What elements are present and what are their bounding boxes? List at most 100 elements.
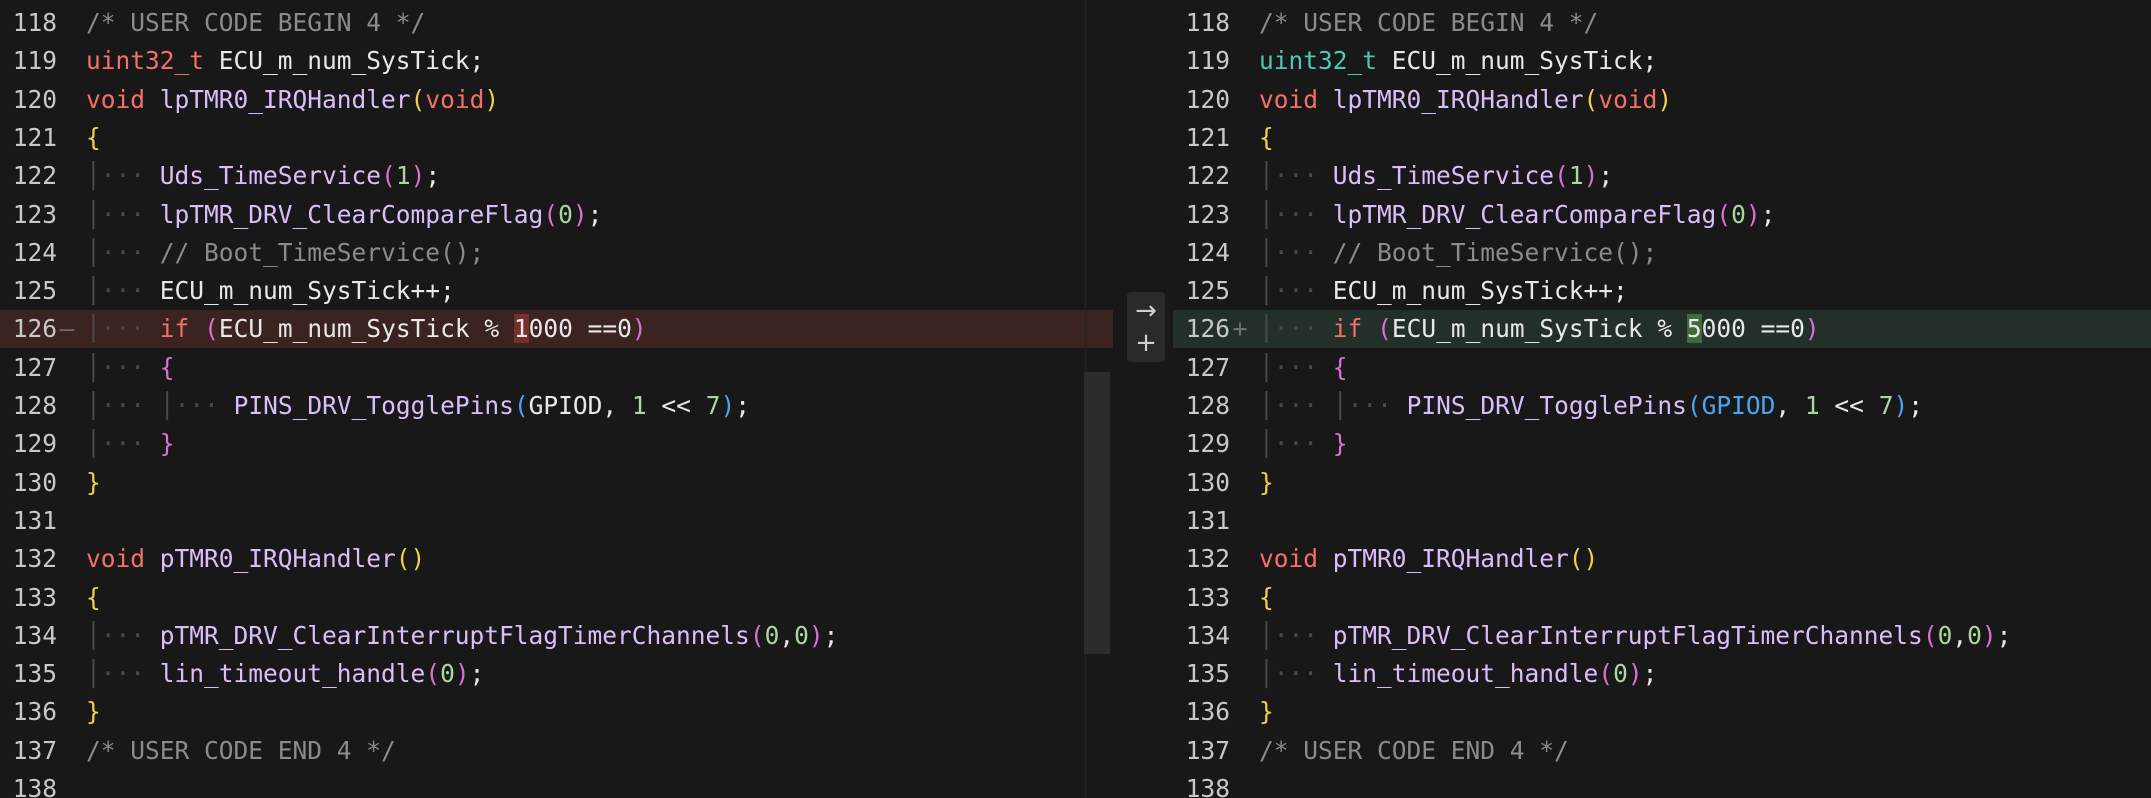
number: 0 [440,659,455,689]
line-number: 129 [12,429,57,459]
code-line[interactable]: 128 │··· │··· PINS_DRV_TogglePins(GPIOD, … [1173,387,2151,425]
line-number: 137 [1185,735,1230,765]
original-pane[interactable]: 118 /* USER CODE BEGIN 4 */ 119 uint32_t EC… [0,0,1113,798]
code-line[interactable]: 129 │··· } [1173,425,2151,463]
code-line[interactable]: 136} [0,693,1113,731]
code-line[interactable]: 121 { [0,119,1113,157]
code-content: { [1259,582,1274,612]
function-name: PINS_DRV_TogglePins [233,391,514,420]
number: 0 [1613,659,1628,689]
code-content: │··· │··· PINS_DRV_TogglePins(GPIOD, 1 <… [1259,391,1923,420]
code-line[interactable]: 127 │··· { [1173,349,2151,387]
code-content: │··· // Boot_TimeService(); [1259,237,1658,267]
diff-actions: → + [1127,292,1165,362]
code-content: uint32_t ECU_m_num_SysTick; [1259,42,1657,80]
keyword: void [425,84,485,114]
function-name: PINS_DRV_TogglePins [1406,391,1687,420]
code-line[interactable]: 134 │··· pTMR_DRV_ClearInterruptFlagTimer… [0,617,1113,655]
line-number: 123 [12,199,57,229]
code-line[interactable]: 124 │··· // Boot_TimeService(); [0,234,1113,272]
code-content: │··· if (ECU_m_num_SysTick % 1000 ==0) [86,314,647,344]
code-line[interactable]: 126 + │··· if (ECU_m_num_SysTick % 5000 ==… [1173,310,2151,349]
function-name: lpTMR_DRV_ClearCompareFlag [1332,199,1717,229]
code-line[interactable]: 132 void pTMR0_IRQHandler() [1173,540,2151,578]
code-line[interactable]: 135 │··· lin_timeout_handle(0); [1173,655,2151,693]
code-line[interactable]: 137 /* USER CODE END 4 */ [1173,732,2151,770]
code-line[interactable]: 119 uint32_t ECU_m_num_SysTick; [0,42,1113,80]
code-content: │··· } [86,429,175,459]
code-line[interactable]: 130} [1173,464,2151,502]
code-content: │··· lpTMR_DRV_ClearCompareFlag(0); [1259,199,1776,229]
number: 0 [764,620,780,650]
code-content: │··· ECU_m_num_SysTick++; [1259,276,1628,306]
function-name: Uds_TimeService [159,161,382,191]
code-line[interactable]: 126— │··· if (ECU_m_num_SysTick % 1000 ==… [0,310,1113,349]
code-line[interactable]: 135 │··· lin_timeout_handle(0); [0,655,1113,693]
code-line[interactable]: 121 { [1173,119,2151,157]
code-line[interactable]: 127 │··· { [0,349,1113,387]
code-line[interactable]: 122 │··· Uds_TimeService(1); [1173,157,2151,195]
code-line[interactable]: 118 /* USER CODE BEGIN 4 */ [1173,4,2151,42]
line-number: 128 [1185,391,1230,420]
code-line[interactable]: 118 /* USER CODE BEGIN 4 */ [0,4,1113,42]
code-line[interactable]: 132 void pTMR0_IRQHandler() [0,540,1113,578]
number: 1 [631,391,647,420]
code-line[interactable]: 120 void lpTMR0_IRQHandler(void) [0,81,1113,119]
line-number: 134 [12,620,57,650]
code-line[interactable]: 129 │··· } [0,425,1113,463]
code-line[interactable]: 123 │··· lpTMR_DRV_ClearCompareFlag(0); [0,196,1113,234]
number: 0 [1731,199,1746,229]
line-number: 133 [1185,582,1230,612]
code-line[interactable]: 130} [0,464,1113,502]
code-line[interactable]: 124 │··· // Boot_TimeService(); [1173,234,2151,272]
code-line[interactable]: 134 │··· pTMR_DRV_ClearInterruptFlagTimer… [1173,617,2151,655]
code-line[interactable]: 120 void lpTMR0_IRQHandler(void) [1173,81,2151,119]
code-text: GPIOD [528,391,603,420]
arrow-right-icon[interactable]: → [1127,294,1165,328]
function-name: Uds_TimeService [1332,161,1555,191]
code-line[interactable]: 125 │··· ECU_m_num_SysTick++; [1173,272,2151,310]
code-content: void lpTMR0_IRQHandler(void) [1259,84,1673,114]
code-line[interactable]: 128 │··· │··· PINS_DRV_TogglePins(GPIOD, … [0,387,1113,425]
code-text: << [1819,391,1879,420]
code-comment: // Boot_TimeService(); [159,237,485,267]
line-number: 127 [1185,352,1230,382]
code-text: << [646,391,706,420]
line-number: 127 [12,352,57,382]
code-line[interactable]: 138 [1173,770,2151,798]
plus-icon[interactable]: + [1127,326,1165,360]
code-content: /* USER CODE END 4 */ [1259,732,1569,770]
code-text: 000 ==0 [528,314,632,344]
function-name: pTMR_DRV_ClearInterruptFlagTimerChannels [1332,620,1923,650]
code-line[interactable]: 137 /* USER CODE END 4 */ [0,732,1113,770]
code-line[interactable]: 131 [1173,502,2151,540]
code-line[interactable]: 133 { [0,579,1113,617]
code-comment: /* USER CODE END 4 */ [1259,735,1569,765]
diff-editor: 118 /* USER CODE BEGIN 4 */ 119 uint32_t EC… [0,0,2151,798]
keyword: if [1332,314,1363,344]
code-content: │··· { [1259,352,1348,382]
code-line[interactable]: 119 uint32_t ECU_m_num_SysTick; [1173,42,2151,80]
modified-pane[interactable]: 118 /* USER CODE BEGIN 4 */ 119 uint32_t EC… [1173,0,2151,798]
number: 1 [1568,161,1584,191]
code-line[interactable]: 133 { [1173,579,2151,617]
code-content: │··· Uds_TimeService(1); [1259,161,1614,191]
code-content: } [1259,697,1274,727]
function-name: lpTMR_DRV_ClearCompareFlag [159,199,544,229]
line-number: 124 [12,237,57,267]
diff-marker: — [59,314,75,344]
number: 1 [1804,391,1820,420]
code-line[interactable]: 131 [0,502,1113,540]
line-number: 136 [12,697,57,727]
code-content: void lpTMR0_IRQHandler(void) [86,84,500,114]
code-line[interactable]: 125 │··· ECU_m_num_SysTick++; [0,272,1113,310]
overview-scrollbar[interactable] [1084,372,1110,654]
changed-digit: 5 [1686,314,1702,344]
code-line[interactable]: 136} [1173,693,2151,731]
code-line[interactable]: 123 │··· lpTMR_DRV_ClearCompareFlag(0); [1173,196,2151,234]
code-line[interactable]: 122 │··· Uds_TimeService(1); [0,157,1113,195]
function-name: pTMR0_IRQHandler [1332,544,1569,574]
line-number: 118 [12,8,57,37]
line-number: 136 [1185,697,1230,727]
code-line[interactable]: 138 [0,770,1113,798]
